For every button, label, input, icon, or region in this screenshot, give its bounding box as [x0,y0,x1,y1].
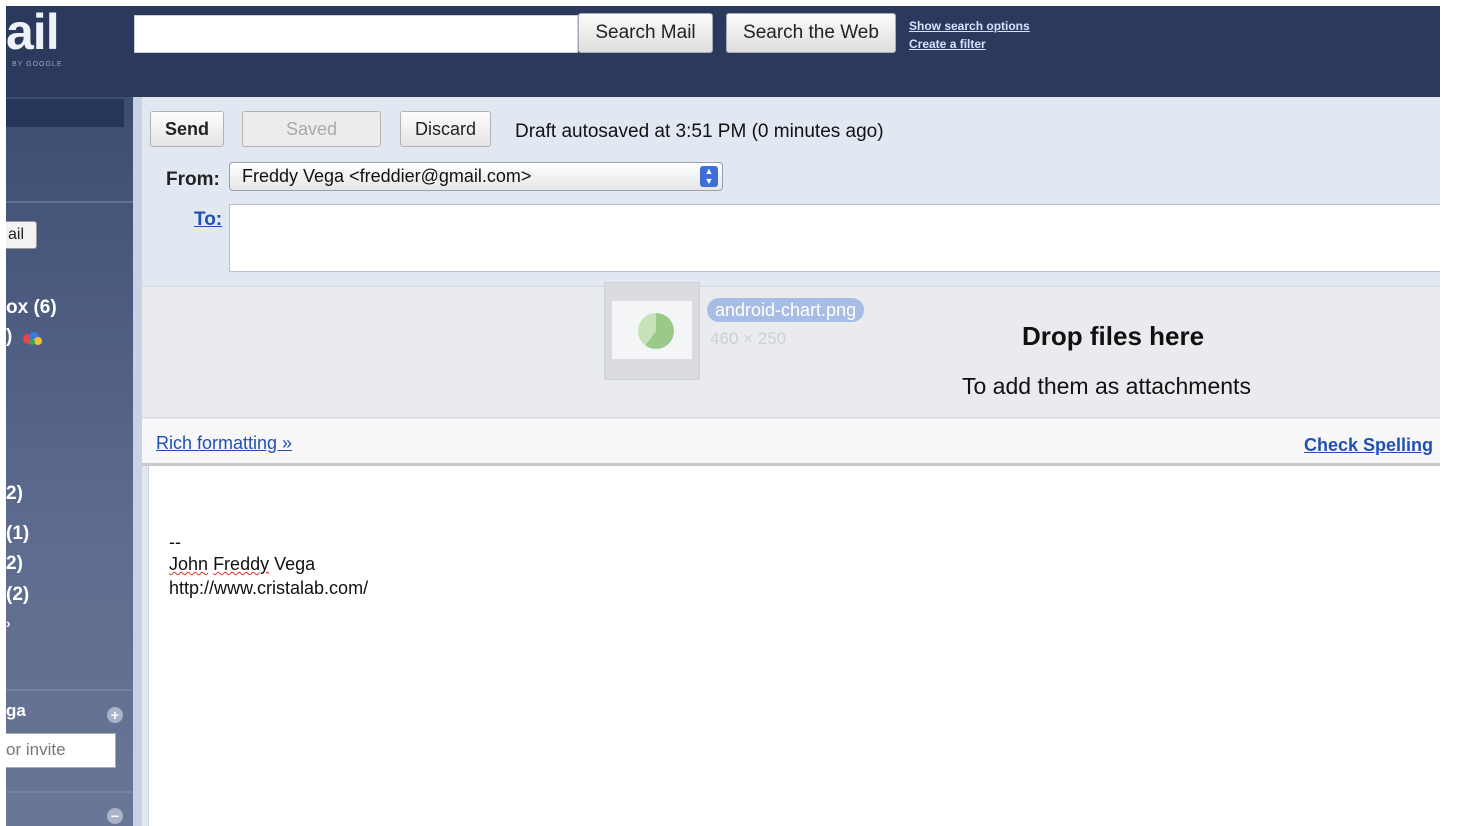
sidebar-item-label-4[interactable]: (2) [6,584,29,606]
message-body[interactable]: -- John Freddy Vega http://www.cristalab… [148,466,1440,826]
to-link[interactable]: To: [194,209,222,231]
drop-subtitle: To add them as attachments [962,373,1251,399]
sidebar-divider [6,689,133,691]
sidebar-divider [6,791,133,793]
add-icon[interactable]: + [107,707,123,723]
signature-url: http://www.cristalab.com/ [169,578,369,598]
discard-button[interactable]: Discard [400,111,491,147]
search-mail-button[interactable]: Search Mail [578,13,713,53]
gmail-window: ail BY GOOGLE Search Mail Search the Web… [6,6,1440,826]
chat-header: ga [6,701,26,720]
chat-invite-input[interactable]: or invite [6,733,116,768]
dragged-file-thumbnail [604,282,700,380]
format-bar: Rich formatting » Check Spelling [142,419,1440,466]
check-spelling-link[interactable]: Check Spelling [1304,435,1433,456]
panel-divider [133,97,142,826]
thumbnail-preview [612,301,692,359]
dragged-file-name: android-chart.png [707,298,865,322]
signature-name-first: John [169,554,209,574]
dragged-file-dims: 460 × 250 [710,329,787,348]
sidebar-top-strip [6,99,124,127]
drop-title: Drop files here [1022,321,1205,351]
sidebar-item-inbox[interactable]: ox (6) [6,297,57,319]
gmail-logo: ail [6,6,60,60]
search-web-button[interactable]: Search the Web [726,13,896,53]
send-button[interactable]: Send [150,111,224,147]
from-select[interactable]: Freddy Vega <freddier@gmail.com> ▲ ▼ [229,162,723,191]
sidebar-item-buzz[interactable]: ) [6,326,12,348]
header-bar: ail BY GOOGLE Search Mail Search the Web… [6,6,1440,97]
sidebar-item-label-1[interactable]: 2) [6,483,23,505]
search-input[interactable] [134,15,578,53]
select-arrows-icon: ▲ ▼ [700,166,718,187]
from-value: Freddy Vega <freddier@gmail.com> [242,166,532,186]
signature-name-middle: Freddy [213,554,270,574]
to-field[interactable] [229,204,1440,272]
autosave-status: Draft autosaved at 3:51 PM (0 minutes ag… [515,121,884,142]
signature-dashes: -- [169,532,181,552]
show-search-options-link[interactable]: Show search options [909,17,1030,35]
sidebar: ail ox (6) ) 2) (1) 2) (2) › ga + or inv… [6,97,133,826]
collapse-icon[interactable]: − [107,808,123,824]
sidebar-item-label-3[interactable]: 2) [6,553,23,575]
sidebar-item-more[interactable]: › [6,615,11,631]
saved-button[interactable]: Saved [242,111,381,147]
signature-name-last: Vega [274,554,316,574]
logo-subtitle: BY GOOGLE [12,61,63,68]
compose-panel: Send Saved Discard Draft autosaved at 3:… [133,97,1440,826]
compose-mail-button[interactable]: ail [6,221,37,249]
search-links: Show search options Create a filter [909,17,1030,53]
from-label: From: [166,169,220,190]
create-filter-link[interactable]: Create a filter [909,35,1030,53]
signature-name: John Freddy Vega [169,554,315,575]
rich-formatting-link[interactable]: Rich formatting » [156,433,292,454]
attachment-dropzone[interactable]: android-chart.png 460 × 250 Drop files h… [142,282,1440,418]
sidebar-divider [6,201,133,203]
sidebar-item-label-2[interactable]: (1) [6,523,29,545]
buzz-icon [23,332,42,345]
pie-chart-icon [638,313,674,349]
